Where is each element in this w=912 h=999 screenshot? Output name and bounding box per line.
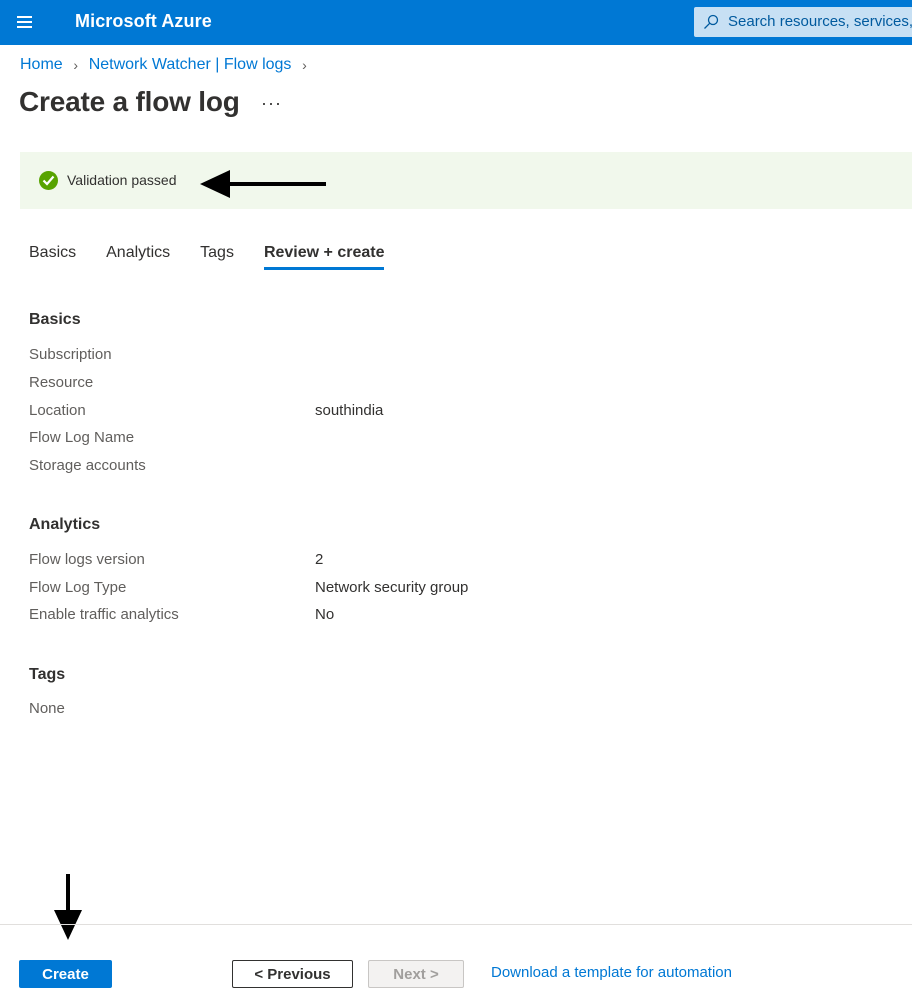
row-label: Flow logs version [29, 551, 145, 568]
row-value: Network security group [315, 579, 469, 596]
row-label: Flow Log Type [29, 579, 127, 596]
row-label: Storage accounts [29, 457, 146, 474]
create-button[interactable]: Create [19, 960, 112, 988]
breadcrumb: Home › Network Watcher | Flow logs › [20, 56, 317, 74]
page-title: Create a flow log [19, 86, 240, 117]
search-placeholder: Search resources, services, and docs [728, 13, 912, 30]
search-input[interactable]: Search resources, services, and docs [694, 7, 912, 37]
row-value: 2 [315, 551, 324, 568]
row-value: No [315, 606, 335, 623]
section-title-basics: Basics [29, 311, 81, 328]
footer-divider [0, 924, 912, 925]
arrow-down-annotation-icon [54, 874, 82, 940]
download-template-link[interactable]: Download a template for automation [491, 964, 732, 981]
row-label: Subscription [29, 346, 112, 363]
summary-row: Storage accounts [29, 457, 629, 477]
more-options-icon[interactable]: ··· [261, 93, 282, 114]
brand-title[interactable]: Microsoft Azure [75, 11, 212, 32]
arrow-left-annotation-icon [200, 170, 326, 198]
top-bar: Microsoft Azure Search resources, servic… [0, 0, 912, 45]
chevron-right-icon: › [73, 57, 79, 73]
summary-row: Location southindia [29, 402, 629, 422]
row-label: Enable traffic analytics [29, 606, 179, 623]
validation-message: Validation passed [67, 172, 177, 188]
summary-row: Flow Log Name [29, 429, 629, 449]
breadcrumb-flow-logs[interactable]: Network Watcher | Flow logs [89, 56, 292, 74]
check-circle-icon [39, 171, 58, 190]
row-value: southindia [315, 402, 384, 419]
summary-row: Flow logs version 2 [29, 551, 629, 571]
tab-bar: Basics Analytics Tags Review + create [29, 244, 414, 270]
row-label: Flow Log Name [29, 429, 135, 446]
summary-row: Enable traffic analytics No [29, 606, 629, 626]
tab-analytics[interactable]: Analytics [106, 244, 170, 270]
validation-banner: Validation passed [20, 152, 912, 209]
summary-row: None [29, 700, 629, 720]
tab-tags[interactable]: Tags [200, 244, 234, 270]
search-icon [704, 14, 719, 29]
row-label: Resource [29, 374, 94, 391]
row-label: None [29, 700, 65, 717]
previous-button[interactable]: < Previous [232, 960, 353, 988]
row-label: Location [29, 402, 86, 419]
tab-basics[interactable]: Basics [29, 244, 76, 270]
next-button[interactable]: Next > [368, 960, 464, 988]
hamburger-icon[interactable] [12, 10, 38, 34]
summary-row: Resource [29, 374, 629, 394]
chevron-right-icon: › [302, 57, 307, 73]
tab-review-create[interactable]: Review + create [263, 244, 384, 270]
summary-row: Subscription [29, 346, 629, 366]
breadcrumb-home[interactable]: Home [20, 56, 63, 74]
section-title-analytics: Analytics [29, 516, 101, 533]
section-title-tags: Tags [29, 666, 66, 683]
summary-row: Flow Log Type Network security group [29, 579, 629, 599]
